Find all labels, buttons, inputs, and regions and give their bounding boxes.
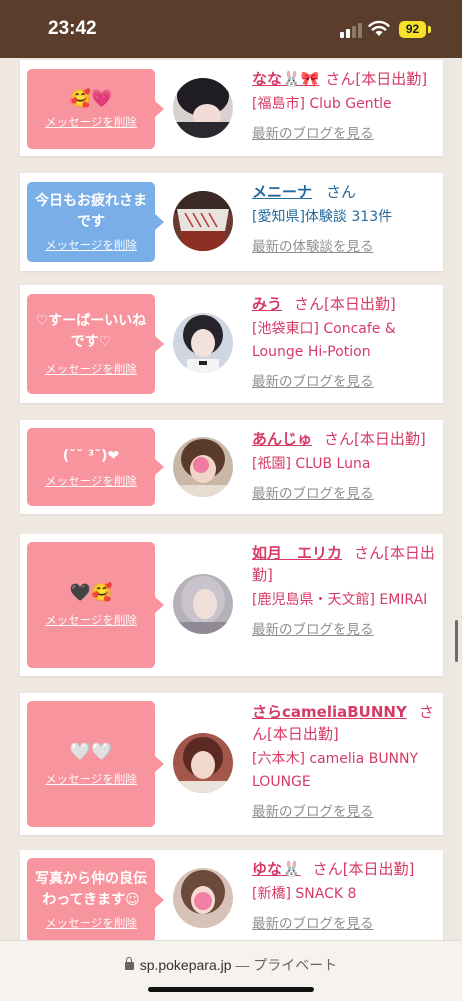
delete-message-link[interactable]: メッセージを削除: [45, 361, 137, 377]
profile-info: ゆな🐰 さん[本日出勤] [新橋] SNACK 8 最新のブログを見る: [252, 858, 437, 932]
honorific: さん: [312, 860, 343, 878]
profile-name-link[interactable]: なな🐰🎀: [252, 70, 319, 88]
attendance-tag: [本日出勤]: [342, 860, 415, 878]
list-item: 今日もお疲れさまです メッセージを削除 メニーナ さん [愛知県]体験談 313件…: [20, 173, 443, 271]
honorific: さん: [294, 295, 325, 313]
latest-blog-link[interactable]: 最新のブログを見る: [252, 800, 374, 820]
avatar[interactable]: [173, 574, 233, 634]
delete-message-link[interactable]: メッセージを削除: [45, 612, 137, 628]
delete-message-link[interactable]: メッセージを削除: [45, 114, 137, 130]
profile-info: メニーナ さん [愛知県]体験談 313件 最新の体験談を見る: [252, 181, 437, 255]
message-text: 今日もお疲れさまです: [35, 193, 147, 230]
battery-icon: 92: [399, 21, 426, 38]
profile-name-link[interactable]: メニーナ: [252, 183, 312, 201]
clock: 23:42: [48, 18, 97, 39]
latest-blog-link[interactable]: 最新のブログを見る: [252, 370, 374, 390]
message-text: 写真から仲の良伝わってきます☺: [35, 871, 147, 908]
profile-name-link[interactable]: ゆな🐰: [252, 860, 301, 878]
avatar[interactable]: [173, 437, 233, 497]
attendance-tag: [本日出勤]: [355, 70, 428, 88]
message-bubble: 今日もお疲れさまです メッセージを削除: [27, 182, 164, 262]
url-domain: sp.pokepara.jp: [139, 957, 232, 973]
attendance-tag: [本日出勤]: [267, 725, 339, 743]
message-bubble: (˘˘ ³˘)❤ メッセージを削除: [27, 428, 164, 506]
shop-label: [新橋] SNACK 8: [252, 886, 357, 902]
list-item: 写真から仲の良伝わってきます☺ メッセージを削除 ゆな🐰 さん[本日出勤] [新橋…: [20, 850, 443, 950]
list-item: 🥰💗 メッセージを削除 なな🐰🎀 さん[本日出勤] [福島市] Club Gent…: [20, 60, 443, 156]
message-text: 🤍🤍: [69, 741, 113, 762]
message-text: ♡すーぱーいいねです♡: [35, 313, 147, 350]
profile-name-link[interactable]: 如月 エリカ: [252, 544, 342, 562]
attendance-tag: [本日出勤]: [354, 430, 426, 448]
latest-blog-link[interactable]: 最新のブログを見る: [252, 482, 374, 502]
delete-message-link[interactable]: メッセージを削除: [45, 237, 137, 253]
delete-message-link[interactable]: メッセージを削除: [45, 915, 137, 931]
list-item: ♡すーぱーいいねです♡ メッセージを削除 みう さん[本日出勤] [池袋東口] C…: [20, 285, 443, 403]
list-item: 🖤🥰 メッセージを削除 如月 エリカ さん[本日出勤] [鹿児島県・天文館] EM…: [20, 534, 443, 676]
avatar[interactable]: [173, 313, 233, 373]
attendance-tag: [本日出勤]: [324, 295, 396, 313]
cellular-signal-icon: [340, 22, 362, 38]
scrollbar[interactable]: [455, 620, 458, 662]
shop-label: [祇園] CLUB Luna: [252, 456, 371, 472]
honorific: さん: [326, 183, 357, 201]
shop-label: [福島市] Club Gentle: [252, 96, 392, 112]
battery-tip: [428, 26, 431, 33]
profile-name-link[interactable]: さらcameliaBUNNY: [252, 703, 407, 721]
list-item: (˘˘ ³˘)❤ メッセージを削除 あんじゅ さん[本日出勤] [祇園] CLUB…: [20, 420, 443, 514]
url-display[interactable]: sp.pokepara.jp — プライベート: [0, 955, 462, 975]
message-bubble: 🖤🥰 メッセージを削除: [27, 542, 164, 668]
message-bubble: 🥰💗 メッセージを削除: [27, 69, 164, 149]
avatar[interactable]: [173, 191, 233, 251]
shop-label: [鹿児島県・天文館] EMIRAI: [252, 592, 428, 608]
latest-blog-link[interactable]: 最新のブログを見る: [252, 618, 374, 638]
shop-label: [池袋東口] Concafe & Lounge Hi-Potion: [252, 321, 396, 360]
profile-name-link[interactable]: あんじゅ: [252, 430, 312, 448]
profile-info: 如月 エリカ さん[本日出勤] [鹿児島県・天文館] EMIRAI 最新のブログを…: [252, 542, 437, 638]
avatar[interactable]: [173, 78, 233, 138]
wifi-icon: [368, 20, 390, 36]
message-text: (˘˘ ³˘)❤: [62, 447, 120, 464]
profile-name-link[interactable]: みう: [252, 295, 282, 313]
list-item: 🤍🤍 メッセージを削除 さらcameliaBUNNY さん[本日出勤] [六本木]…: [20, 693, 443, 835]
honorific: さん: [325, 70, 356, 88]
message-text: 🖤🥰: [69, 582, 113, 603]
message-bubble: 写真から仲の良伝わってきます☺ メッセージを削除: [27, 858, 164, 942]
message-bubble: 🤍🤍 メッセージを削除: [27, 701, 164, 827]
lock-icon: [124, 957, 134, 970]
profile-info: なな🐰🎀 さん[本日出勤] [福島市] Club Gentle 最新のブログを見る: [252, 68, 437, 142]
message-text: 🥰💗: [69, 88, 113, 109]
profile-info: みう さん[本日出勤] [池袋東口] Concafe & Lounge Hi-Po…: [252, 293, 437, 390]
shop-label: [愛知県]体験談 313件: [252, 209, 393, 225]
delete-message-link[interactable]: メッセージを削除: [45, 473, 137, 489]
honorific: さん: [324, 430, 355, 448]
message-bubble: ♡すーぱーいいねです♡ メッセージを削除: [27, 294, 164, 394]
delete-message-link[interactable]: メッセージを削除: [45, 771, 137, 787]
status-bar: 23:42 92: [0, 0, 462, 58]
latest-blog-link[interactable]: 最新のブログを見る: [252, 122, 374, 142]
avatar[interactable]: [173, 868, 233, 928]
privacy-label: — プライベート: [235, 957, 338, 973]
avatar[interactable]: [173, 733, 233, 793]
latest-review-link[interactable]: 最新の体験談を見る: [252, 235, 374, 255]
latest-blog-link[interactable]: 最新のブログを見る: [252, 912, 374, 932]
honorific: さん: [354, 544, 385, 562]
shop-label: [六本木] camelia BUNNY LOUNGE: [252, 751, 419, 790]
profile-info: あんじゅ さん[本日出勤] [祇園] CLUB Luna 最新のブログを見る: [252, 428, 437, 502]
home-indicator[interactable]: [148, 987, 314, 992]
profile-info: さらcameliaBUNNY さん[本日出勤] [六本木] camelia BUN…: [252, 701, 437, 820]
